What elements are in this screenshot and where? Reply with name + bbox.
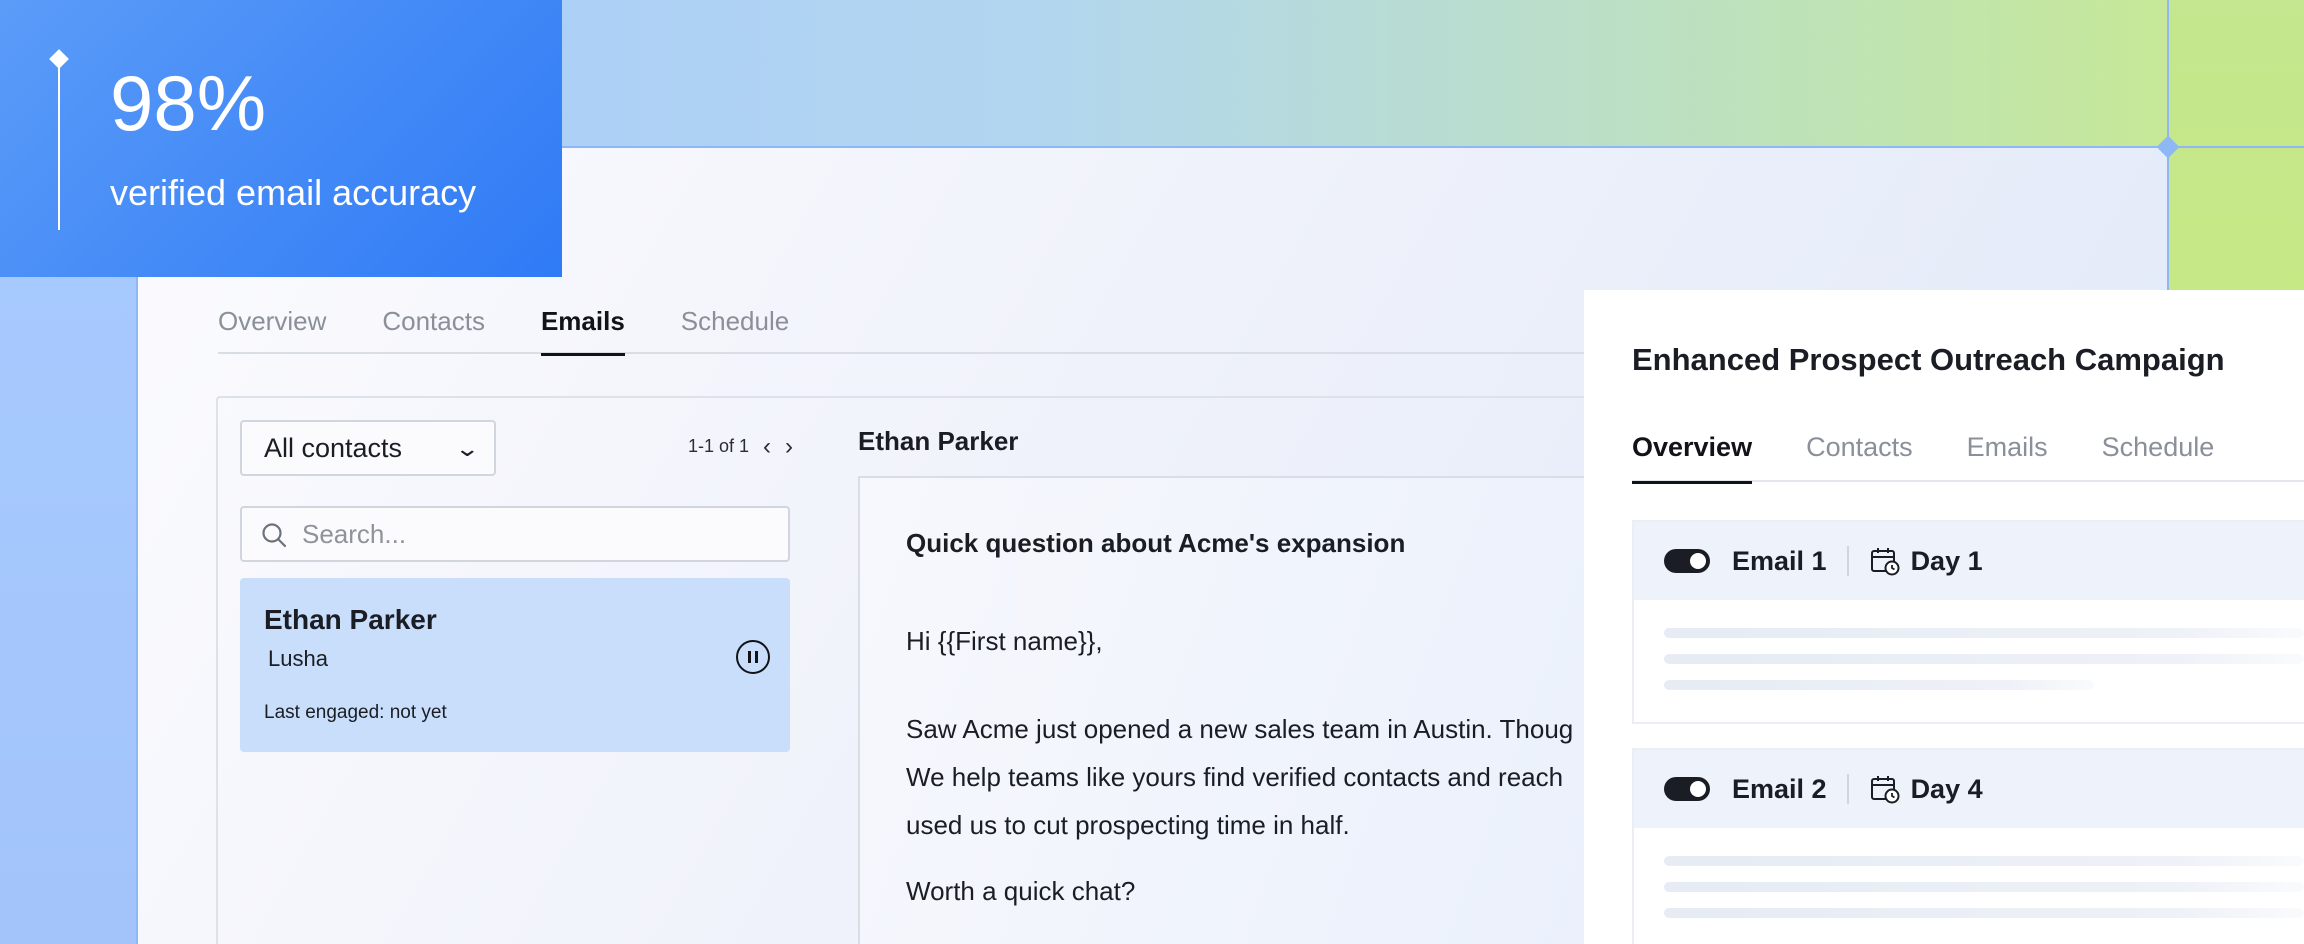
stat-label: verified email accuracy <box>110 172 477 213</box>
diamond-marker-icon <box>49 49 69 69</box>
email-body-line: used us to cut prospecting time in half. <box>906 810 1350 840</box>
campaign-title: Enhanced Prospect Outreach Campaign <box>1632 342 2225 377</box>
email-step-label: Email 2 <box>1732 773 1827 804</box>
placeholder-line <box>1664 882 2304 892</box>
tab-emails[interactable]: Emails <box>1967 432 2048 482</box>
email-step-2: Email 2 Day 4 <box>1632 748 2304 944</box>
placeholder-line <box>1664 628 2304 638</box>
email-step-label: Email 1 <box>1732 545 1827 576</box>
calendar-clock-icon <box>1870 776 1900 804</box>
email-body-line: Saw Acme just opened a new sales team in… <box>906 714 1574 744</box>
divider <box>1846 774 1849 804</box>
pause-icon <box>748 651 751 663</box>
tab-overview[interactable]: Overview <box>1632 432 1753 484</box>
search-placeholder: Search... <box>302 518 407 549</box>
placeholder-line <box>1664 908 2304 918</box>
placeholder-line <box>1664 680 2094 690</box>
calendar-clock-icon <box>1870 548 1900 576</box>
campaign-panel: Enhanced Prospect Outreach Campaign Over… <box>1584 290 2304 944</box>
email-body-line: We help teams like yours find verified c… <box>906 762 1564 792</box>
chevron-left-icon[interactable]: ‹ <box>763 434 771 458</box>
email-step-day: Day 1 <box>1910 545 1983 576</box>
email-step-header: Email 2 Day 4 <box>1634 750 2304 828</box>
chevron-right-icon[interactable]: › <box>785 434 793 458</box>
contacts-filter-value: All contacts <box>264 432 403 463</box>
email-body-line: Worth a quick chat? <box>906 876 1136 906</box>
pager-text: 1-1 of 1 <box>688 436 750 456</box>
contacts-filter-dropdown[interactable]: All contacts ⌄ <box>240 420 496 476</box>
tab-contacts[interactable]: Contacts <box>1806 432 1913 482</box>
stat-divider <box>58 60 60 230</box>
stat-card: 98% verified email accuracy <box>0 0 562 277</box>
email-step-1: Email 1 Day 1 <box>1632 520 2304 724</box>
pause-button[interactable] <box>736 640 770 674</box>
contact-company: Lusha <box>268 646 328 671</box>
search-input[interactable]: Search... <box>240 506 790 562</box>
list-item[interactable]: Ethan Parker Lusha Last engaged: not yet <box>240 578 790 752</box>
email-step-toggle[interactable] <box>1664 777 1710 801</box>
placeholder-line <box>1664 654 2304 664</box>
campaign-tabs: Overview Contacts Emails Schedule <box>1632 432 2304 484</box>
contact-last-engaged: Last engaged: not yet <box>264 702 447 723</box>
email-step-toggle[interactable] <box>1664 549 1710 573</box>
placeholder-line <box>1664 856 2304 866</box>
divider <box>1846 546 1849 576</box>
search-icon <box>262 523 287 548</box>
contact-name: Ethan Parker <box>264 604 437 635</box>
tab-schedule[interactable]: Schedule <box>2102 432 2215 482</box>
email-step-day: Day 4 <box>1910 773 1983 804</box>
email-step-header: Email 1 Day 1 <box>1634 522 2304 600</box>
stat-value: 98% <box>110 59 267 147</box>
pager: 1-1 of 1 ‹ › <box>688 434 793 458</box>
email-subject: Quick question about Acme's expansion <box>906 528 1406 558</box>
email-recipient: Ethan Parker <box>858 426 1019 456</box>
chevron-down-icon: ⌄ <box>453 436 480 461</box>
email-greeting: Hi {{First name}}, <box>906 626 1103 656</box>
